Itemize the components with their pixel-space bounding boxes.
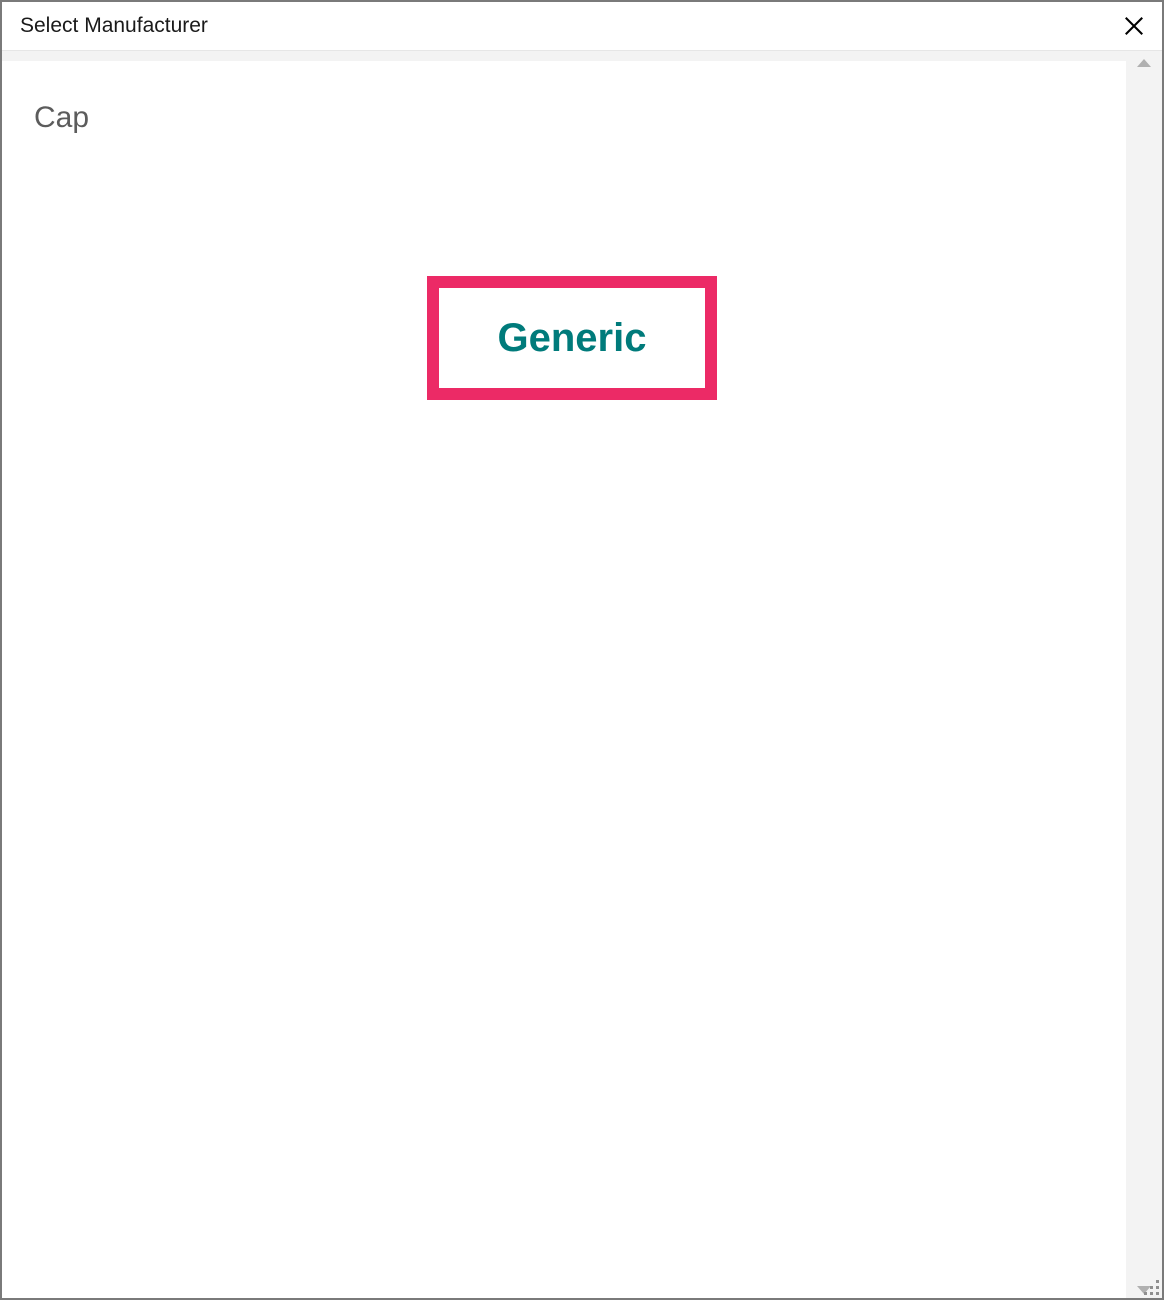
content-inner: Cap Generic xyxy=(2,51,1126,1298)
close-icon xyxy=(1123,15,1145,37)
dialog-window: Select Manufacturer Cap Generic xyxy=(0,0,1164,1300)
main-area: Cap Generic xyxy=(2,61,1126,1298)
filter-label: Cap xyxy=(34,101,1094,135)
scroll-up-icon[interactable] xyxy=(1137,59,1151,67)
close-button[interactable] xyxy=(1120,12,1148,40)
scrollbar[interactable] xyxy=(1126,51,1162,1298)
scroll-down-icon[interactable] xyxy=(1137,1286,1151,1294)
manufacturer-name: Generic xyxy=(498,316,647,361)
dialog-title: Select Manufacturer xyxy=(20,14,208,38)
top-gutter xyxy=(2,51,1126,61)
content-wrapper: Cap Generic xyxy=(2,51,1162,1298)
titlebar: Select Manufacturer xyxy=(2,2,1162,51)
manufacturer-tile[interactable]: Generic xyxy=(427,276,717,400)
